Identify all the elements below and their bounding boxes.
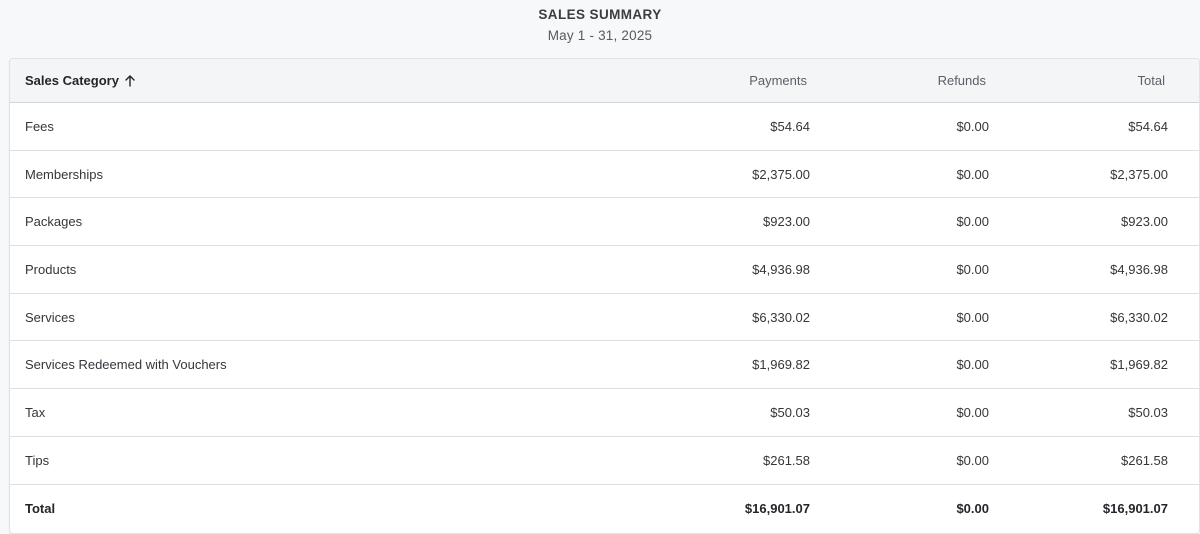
cell-refunds: $0.00: [956, 357, 989, 373]
sales-table: Sales Category Payments Refunds Total Fe…: [9, 58, 1200, 534]
column-header-total[interactable]: Total: [1138, 59, 1165, 102]
table-row[interactable]: Services Redeemed with Vouchers $1,969.82…: [10, 342, 1199, 390]
cell-payments: $4,936.98: [752, 261, 810, 277]
table-row[interactable]: Packages $923.00 $0.00 $923.00: [10, 198, 1199, 247]
cell-refunds: $0.00: [956, 452, 989, 468]
cell-total: $54.64: [1128, 118, 1168, 134]
cell-payments: $50.03: [770, 405, 810, 421]
sales-summary-page: SALES SUMMARY May 1 - 31, 2025 Sales Cat…: [0, 0, 1200, 534]
cell-payments: $923.00: [763, 214, 810, 230]
column-header-payments[interactable]: Payments: [749, 59, 807, 102]
cell-payments: $2,375.00: [752, 166, 810, 182]
cell-total: $1,969.82: [1110, 357, 1168, 373]
column-header-sales-category[interactable]: Sales Category: [25, 59, 135, 102]
cell-total: $50.03: [1128, 405, 1168, 421]
cell-total: $261.58: [1121, 452, 1168, 468]
cell-refunds: $0.00: [956, 309, 989, 325]
total-total: $16,901.07: [1102, 500, 1168, 516]
report-date-range: May 1 - 31, 2025: [547, 28, 653, 43]
total-label: Total: [25, 500, 56, 516]
table-row[interactable]: Fees $54.64 $0.00 $54.64: [10, 103, 1199, 151]
report-title: SALES SUMMARY: [538, 7, 662, 22]
table-row[interactable]: Services $6,330.02 $0.00 $6,330.02: [10, 294, 1199, 342]
table-row[interactable]: Products $4,936.98 $0.00 $4,936.98: [10, 246, 1199, 294]
cell-refunds: $0.00: [956, 166, 989, 182]
cell-total: $6,330.02: [1110, 309, 1168, 325]
table-row[interactable]: Tips $261.58 $0.00 $261.58: [10, 437, 1199, 485]
column-header-refunds[interactable]: Refunds: [938, 59, 986, 102]
column-header-label: Sales Category: [25, 73, 119, 88]
total-refunds: $0.00: [956, 500, 989, 516]
table-header-row: Sales Category Payments Refunds Total: [10, 59, 1199, 103]
cell-category: Memberships: [25, 166, 104, 182]
cell-total: $4,936.98: [1110, 261, 1168, 277]
cell-total: $2,375.00: [1110, 166, 1168, 182]
cell-total: $923.00: [1121, 214, 1168, 230]
cell-refunds: $0.00: [956, 405, 989, 421]
cell-category: Products: [25, 261, 77, 277]
cell-category: Services Redeemed with Vouchers: [25, 357, 227, 373]
report-header: SALES SUMMARY May 1 - 31, 2025: [0, 0, 1200, 58]
cell-category: Tips: [25, 452, 50, 468]
cell-refunds: $0.00: [956, 214, 989, 230]
cell-category: Services: [25, 309, 75, 325]
cell-refunds: $0.00: [956, 118, 989, 134]
table-row[interactable]: Tax $50.03 $0.00 $50.03: [10, 389, 1199, 437]
total-payments: $16,901.07: [744, 500, 810, 516]
cell-payments: $1,969.82: [752, 357, 810, 373]
arrow-up-icon[interactable]: [125, 74, 135, 87]
cell-payments: $6,330.02: [752, 309, 810, 325]
cell-category: Tax: [25, 405, 46, 421]
cell-refunds: $0.00: [956, 261, 989, 277]
table-total-row: Total $16,901.07 $0.00 $16,901.07: [10, 485, 1199, 533]
cell-payments: $261.58: [763, 452, 810, 468]
cell-category: Fees: [25, 118, 54, 134]
cell-payments: $54.64: [770, 118, 810, 134]
table-row[interactable]: Memberships $2,375.00 $0.00 $2,375.00: [10, 151, 1199, 199]
cell-category: Packages: [25, 214, 83, 230]
